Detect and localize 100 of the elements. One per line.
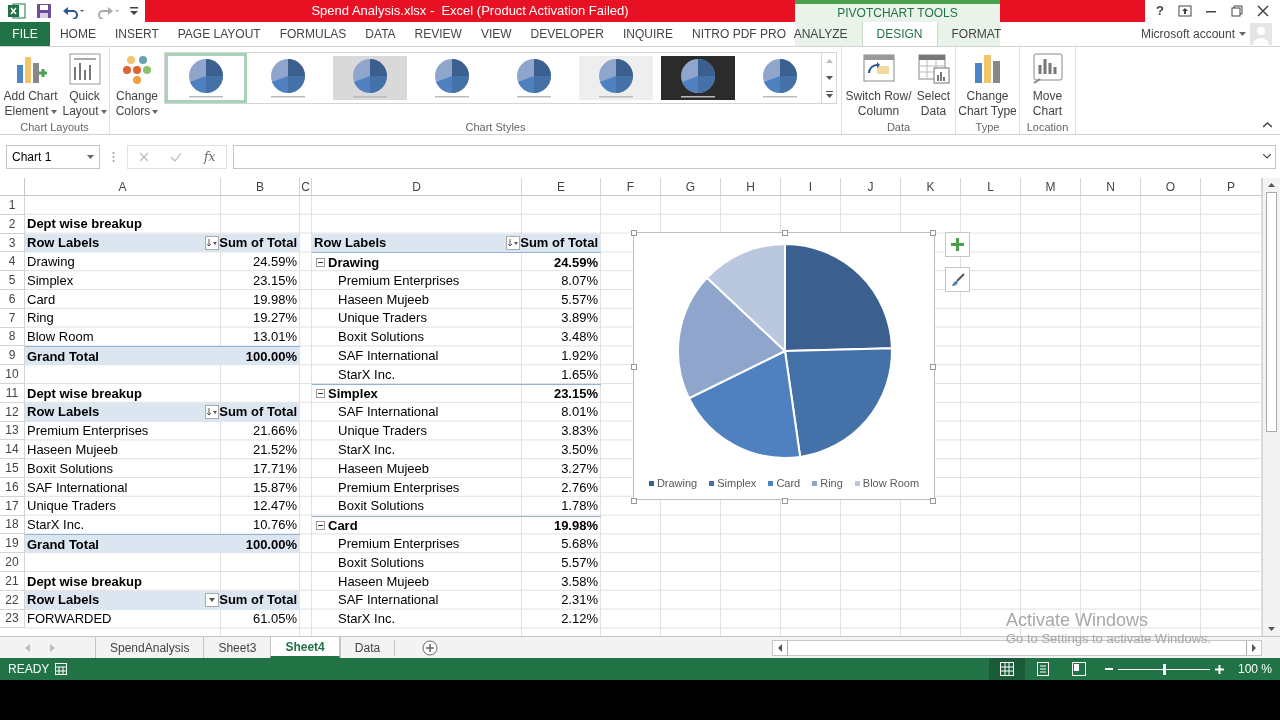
row-header[interactable]: 13 <box>0 421 25 441</box>
cell-text: 1.65% <box>561 365 598 384</box>
collapse-icon[interactable] <box>316 257 325 267</box>
column-header[interactable]: K <box>901 178 961 195</box>
chart-styles-button[interactable] <box>945 267 970 292</box>
dropdown-filter-icon[interactable] <box>205 593 219 608</box>
switch-row-column-button[interactable]: Switch Row/ Column <box>845 47 912 119</box>
column-header[interactable]: I <box>781 178 841 195</box>
resize-handle[interactable] <box>631 364 637 370</box>
column-header[interactable]: M <box>1021 178 1081 195</box>
ribbon-tab[interactable]: DEVELOPER <box>521 22 613 46</box>
row-header[interactable]: 23 <box>0 609 25 629</box>
zoom-in-icon[interactable] <box>1214 664 1224 674</box>
column-header[interactable]: E <box>522 178 601 195</box>
sort-filter-icon[interactable] <box>506 236 520 250</box>
column-header[interactable]: L <box>961 178 1021 195</box>
row-header[interactable]: 17 <box>0 496 25 516</box>
row-header[interactable]: 5 <box>0 271 25 290</box>
resize-handle[interactable] <box>782 230 788 236</box>
row-header[interactable]: 15 <box>0 459 25 478</box>
ribbon-tab[interactable]: NITRO PDF PRO <box>683 22 795 46</box>
row-header[interactable]: 8 <box>0 327 25 347</box>
row-header[interactable]: 2 <box>0 214 25 234</box>
select-data-icon <box>917 53 950 85</box>
row-header[interactable]: 7 <box>0 308 25 328</box>
vertical-scrollbar[interactable] <box>1262 178 1280 636</box>
chart-style-option[interactable] <box>165 53 247 103</box>
sort-filter-icon[interactable] <box>205 236 219 250</box>
column-header[interactable]: H <box>721 178 781 195</box>
collapse-icon[interactable] <box>316 520 325 530</box>
resize-handle[interactable] <box>930 230 936 236</box>
save-icon[interactable] <box>36 3 52 19</box>
chart-elements-button[interactable] <box>945 232 970 257</box>
row-header[interactable]: 10 <box>0 365 25 384</box>
add-chart-element-button[interactable]: Add Chart Element <box>2 47 59 119</box>
select-data-button[interactable]: Select Data <box>915 47 952 119</box>
add-sheet-icon[interactable] <box>421 639 438 656</box>
row-header[interactable]: 11 <box>0 383 25 403</box>
ribbon-display-options-icon[interactable] <box>1177 5 1192 17</box>
more-styles-icon[interactable] <box>825 91 833 99</box>
ribbon-tab[interactable]: INSERT <box>105 22 168 46</box>
account-menu[interactable]: Microsoft account <box>1140 25 1235 43</box>
resize-handle[interactable] <box>782 498 788 504</box>
chart-styles-gallery[interactable] <box>164 52 837 104</box>
row-header[interactable]: 21 <box>0 571 25 591</box>
resize-handle[interactable] <box>930 498 936 504</box>
row-header[interactable]: 14 <box>0 440 25 460</box>
resize-handle[interactable] <box>930 364 936 370</box>
view-button[interactable] <box>988 658 1025 680</box>
column-header[interactable]: C <box>300 178 312 195</box>
customize-toolbar-icon[interactable] <box>130 6 138 16</box>
insert-function-button[interactable]: fx <box>204 147 216 166</box>
row-header[interactable]: 18 <box>0 515 25 535</box>
row-header[interactable]: 20 <box>0 553 25 572</box>
column-header[interactable]: G <box>661 178 721 195</box>
cell-text: 3.50% <box>561 441 598 459</box>
ribbon-tab[interactable]: VIEW <box>471 22 521 46</box>
resize-handle[interactable] <box>631 230 637 236</box>
collapse-icon[interactable] <box>316 389 325 399</box>
name-box[interactable]: Chart 1 <box>6 144 100 169</box>
resize-handle[interactable] <box>631 498 637 504</box>
row-header[interactable]: 1 <box>0 196 25 215</box>
zoom-slider-thumb[interactable] <box>1162 663 1166 675</box>
zoom-level[interactable]: 100 % <box>1223 660 1280 678</box>
column-header[interactable]: F <box>601 178 661 195</box>
restore-icon[interactable] <box>1231 5 1244 17</box>
collapse-ribbon-icon[interactable] <box>1263 122 1272 128</box>
column-header[interactable]: D <box>312 178 522 195</box>
ribbon-tab[interactable]: INQUIRE <box>613 22 682 46</box>
formula-input[interactable] <box>233 144 1276 169</box>
change-chart-type-button[interactable]: Change Chart Type <box>956 47 1019 119</box>
zoom-out-icon[interactable] <box>1104 665 1113 673</box>
ribbon-tab[interactable]: PAGE LAYOUT <box>168 22 270 46</box>
sheet-tab[interactable]: Sheet4 <box>270 637 340 658</box>
close-icon[interactable] <box>1257 5 1270 17</box>
cell-text: Drawing <box>328 253 380 272</box>
ribbon-tab[interactable]: REVIEW <box>405 22 471 46</box>
move-chart-button[interactable]: Move Chart <box>1027 47 1068 119</box>
column-header[interactable]: O <box>1141 178 1201 195</box>
column-header[interactable]: A <box>25 178 221 195</box>
scroll-down-icon[interactable] <box>825 76 833 80</box>
ribbon-tab[interactable]: DATA <box>356 22 405 46</box>
ribbon-tab[interactable]: FILE <box>0 22 50 46</box>
row-header[interactable]: 4 <box>0 252 25 272</box>
quick-layout-button[interactable]: Quick Layout <box>62 47 107 119</box>
ribbon-tab[interactable]: HOME <box>50 22 105 46</box>
ribbon-tab[interactable]: FORMULAS <box>270 22 356 46</box>
row-header[interactable]: 16 <box>0 477 25 497</box>
ribbon-tab[interactable]: DESIGN <box>861 22 938 46</box>
column-header[interactable]: J <box>841 178 901 195</box>
change-colors-button[interactable]: Change Colors <box>114 47 160 119</box>
help-button[interactable]: ? <box>1155 1 1164 21</box>
ribbon-tab[interactable]: FORMAT <box>937 22 1016 46</box>
sort-filter-icon[interactable] <box>205 405 219 420</box>
column-header[interactable]: B <box>221 178 300 195</box>
cell-text: Blow Room <box>27 328 94 347</box>
cell-text: 61.05% <box>252 610 297 629</box>
row-header[interactable]: 6 <box>0 290 25 309</box>
column-header[interactable]: N <box>1081 178 1141 195</box>
cell-text: Boxit Solutions <box>338 328 424 347</box>
